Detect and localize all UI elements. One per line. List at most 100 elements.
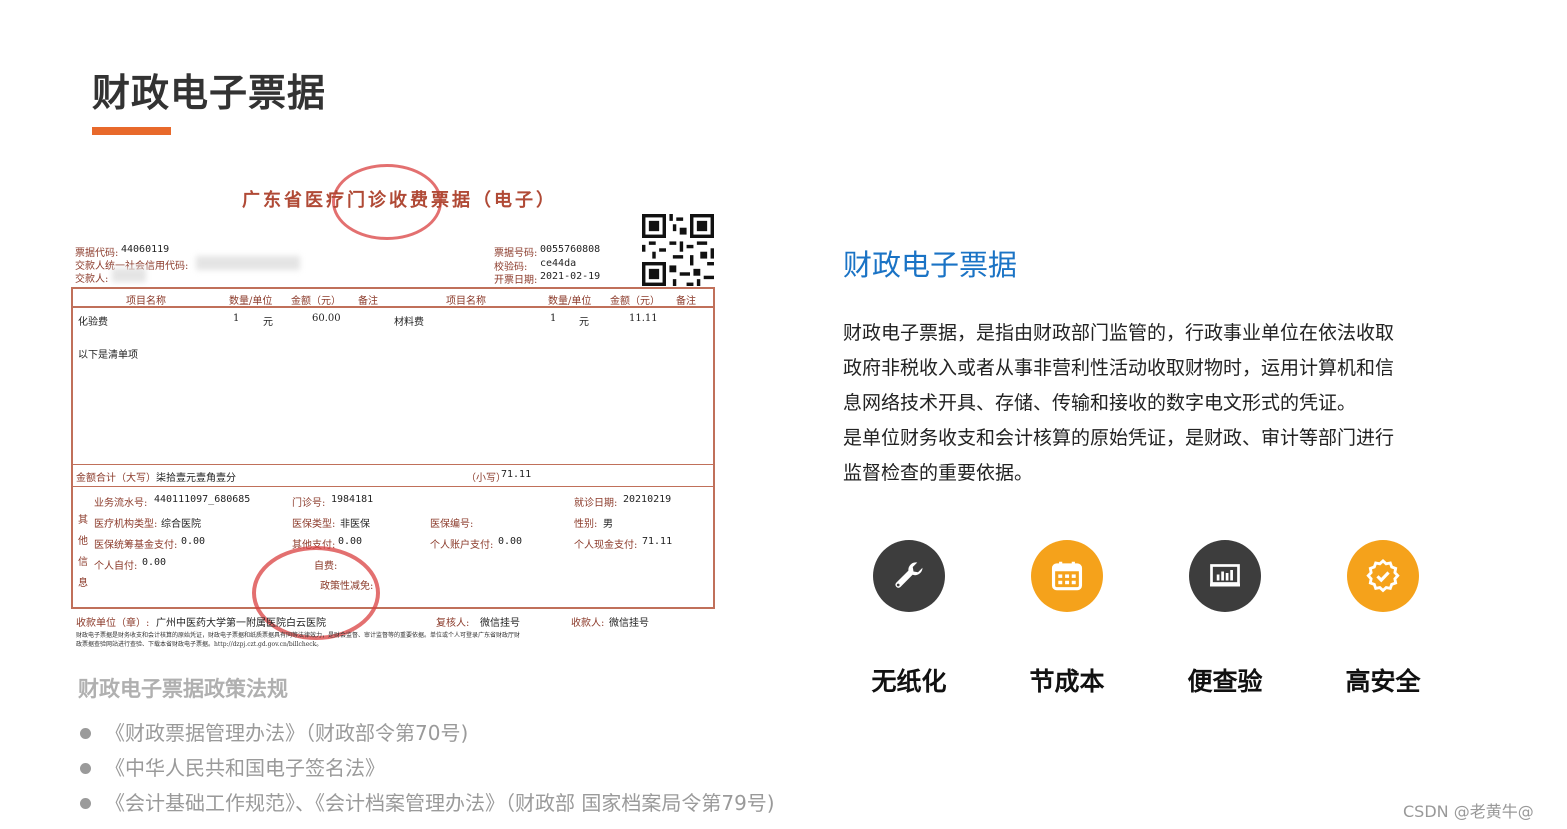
other-pay-value: 0.00: [338, 536, 363, 547]
receipt-image: 广东省医疗门诊收费票据（电子） 票据代码: 44060119 交款人统一社会信用…: [66, 160, 720, 652]
small-total-value: 71.11: [501, 469, 532, 480]
info-line: 财政电子票据，是指由财政部门监管的，行政事业单位在依法收取: [843, 322, 1395, 344]
insurance-type-value: 非医保: [340, 519, 370, 530]
bullet-icon: [80, 763, 91, 774]
row-qty: 1: [233, 313, 240, 324]
serial-value: 440111097_680685: [154, 494, 251, 505]
payee-label: 收款人:: [571, 618, 605, 629]
feature-easy-verify: 便查验: [1155, 540, 1295, 698]
gear-check-icon: [1347, 540, 1419, 612]
receipt-table: [71, 287, 715, 609]
calendar-icon: [1031, 540, 1103, 612]
policy-item: 《会计基础工作规范》、《会计档案管理办法》（财政部 国家档案局令第79号): [80, 786, 775, 821]
policy-list: 《财政票据管理办法》（财政部令第70号) 《中华人民共和国电子签名法》 《会计基…: [80, 716, 775, 821]
self-pay-value: 0.00: [142, 557, 167, 568]
policy-item: 《中华人民共和国电子签名法》: [80, 751, 775, 786]
fund-pay-label: 医保统筹基金支付:: [94, 540, 178, 551]
visit-date-label: 就诊日期:: [574, 498, 618, 509]
receipt-footer-line1: 财政电子票据是财务收支和会计核算的原始凭证，财政电子票据和纸质票据具有同等法律效…: [76, 632, 521, 639]
serial-label: 业务流水号:: [94, 498, 148, 509]
clinic-value: 1984181: [331, 494, 374, 505]
receipt-title: 广东省医疗门诊收费票据（电子）: [242, 190, 557, 211]
issue-date-value: 2021-02-19: [540, 271, 601, 282]
check-code-value: ce44da: [540, 258, 577, 269]
row-qty: 1: [550, 313, 557, 324]
payee-value: 微信挂号: [609, 618, 649, 629]
row-amount: 11.11: [629, 313, 658, 324]
other-info-label: 其他信息: [78, 515, 88, 589]
insurance-type-label: 医保类型:: [292, 519, 336, 530]
info-line: 监督检查的重要依据。: [843, 462, 1034, 484]
visit-date-value: 20210219: [623, 494, 672, 505]
redacted-payer-code: [196, 256, 300, 270]
policy-item-text: 《会计基础工作规范》、《会计档案管理办法》（财政部 国家档案局令第79号): [105, 791, 775, 815]
feature-paperless: 无纸化: [839, 540, 979, 698]
row-unit: 元: [579, 317, 589, 328]
total-bottom-divider: [71, 486, 715, 487]
feature-cost-saving: 节成本: [997, 540, 1137, 698]
watermark: CSDN @老黄牛@: [1403, 802, 1534, 821]
row-item: 材料费: [394, 317, 424, 328]
col-header: 备注: [358, 296, 378, 307]
insurance-no-label: 医保编号:: [430, 519, 474, 530]
personal-cash-value: 71.11: [642, 536, 673, 547]
receipt-code-value: 44060119: [121, 244, 170, 255]
personal-account-value: 0.00: [498, 536, 523, 547]
page-title: 财政电子票据: [92, 71, 327, 115]
row-amount: 60.00: [312, 313, 341, 324]
gender-value: 男: [603, 519, 613, 530]
total-words: 柒拾壹元壹角壹分: [156, 473, 236, 484]
feature-label: 高安全: [1345, 667, 1421, 696]
monitor-chart-icon: [1189, 540, 1261, 612]
col-header: 项目名称: [126, 296, 166, 307]
clinic-label: 门诊号:: [292, 498, 326, 509]
wrench-icon: [873, 540, 945, 612]
receipt-number-label: 票据号码:: [494, 248, 538, 259]
info-line: 息网络技术开具、存储、传输和接收的数字电文形式的凭证。: [843, 392, 1357, 414]
policy-item: 《财政票据管理办法》（财政部令第70号): [80, 716, 775, 751]
row-unit: 元: [263, 317, 273, 328]
feature-high-security: 高安全: [1313, 540, 1453, 698]
col-header: 项目名称: [446, 296, 486, 307]
small-total-label: （小写）: [466, 473, 506, 484]
payee-org-label: 收款单位（章）:: [76, 618, 150, 629]
col-header: 金额（元）: [291, 296, 341, 307]
col-header: 数量/单位: [548, 296, 592, 307]
self-pay-label: 个人自付:: [94, 561, 138, 572]
policy-title: 财政电子票据政策法规: [78, 677, 288, 701]
issue-date-label: 开票日期:: [494, 275, 538, 286]
info-line: 政府非税收入或者从事非营利性活动收取财物时，运用计算机和信: [843, 357, 1395, 379]
bullet-icon: [80, 798, 91, 809]
payee-org-value: 广州中医药大学第一附属医院白云医院: [156, 618, 326, 629]
feature-label: 节成本: [1029, 667, 1105, 696]
reviewer-label: 复核人:: [436, 618, 470, 629]
qr-code: [642, 214, 714, 286]
feature-label: 无纸化: [871, 667, 947, 696]
reviewer-value: 微信挂号: [480, 618, 520, 629]
policy-item-text: 《财政票据管理办法》（财政部令第70号): [105, 721, 469, 745]
info-line: 是单位财务收支和会计核算的原始凭证，是财政、审计等部门进行: [843, 427, 1395, 449]
redacted-payer-name: [112, 268, 146, 282]
total-label: 金额合计（大写）: [76, 473, 156, 484]
personal-account-label: 个人账户支付:: [430, 540, 494, 551]
list-note: 以下是清单项: [78, 350, 138, 361]
title-accent-bar: [92, 127, 171, 135]
receipt-footer-line2: 政票据查验网站进行查验、下载本省财政电子票据。http://dzpj.czt.g…: [76, 641, 323, 648]
receipt-number-value: 0055760808: [540, 244, 601, 255]
fund-pay-value: 0.00: [181, 536, 206, 547]
gender-label: 性别:: [574, 519, 598, 530]
info-description: 财政电子票据，是指由财政部门监管的，行政事业单位在依法收取 政府非税收入或者从事…: [843, 316, 1443, 491]
payer-label: 交款人:: [75, 274, 109, 285]
info-title: 财政电子票据: [843, 248, 1018, 282]
personal-cash-label: 个人现金支付:: [574, 540, 638, 551]
org-type-label: 医疗机构类型:: [94, 519, 158, 530]
bullet-icon: [80, 728, 91, 739]
col-header: 金额（元）: [610, 296, 660, 307]
policy-item-text: 《中华人民共和国电子签名法》: [105, 756, 385, 780]
col-header: 数量/单位: [229, 296, 273, 307]
feature-label: 便查验: [1187, 667, 1263, 696]
total-top-divider: [71, 464, 715, 465]
row-item: 化验费: [78, 317, 108, 328]
col-header: 备注: [676, 296, 696, 307]
org-type-value: 综合医院: [161, 519, 201, 530]
